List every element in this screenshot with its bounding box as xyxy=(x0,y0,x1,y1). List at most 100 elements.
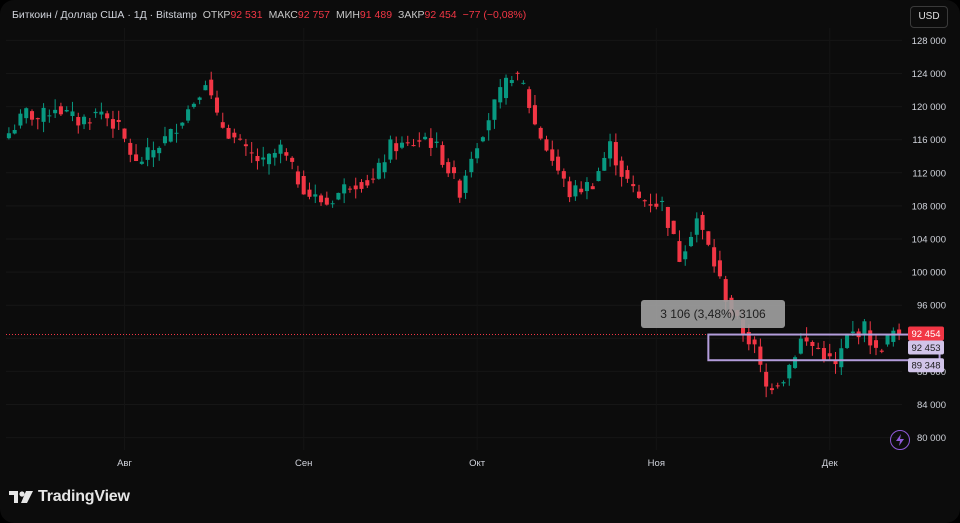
candle xyxy=(544,135,549,152)
candle xyxy=(515,71,520,81)
candle xyxy=(29,109,35,126)
candle xyxy=(157,146,162,161)
candle xyxy=(556,149,561,175)
candle xyxy=(636,184,642,199)
candle-body xyxy=(232,132,237,138)
candle xyxy=(388,135,393,164)
candle xyxy=(798,333,803,355)
candle-body xyxy=(110,119,115,129)
candle-body xyxy=(584,182,589,192)
candle xyxy=(538,126,543,141)
candle xyxy=(573,180,578,201)
candle-body xyxy=(47,115,52,117)
candle-body xyxy=(700,214,705,230)
y-tick-label: 108 000 xyxy=(912,201,946,212)
candle-body xyxy=(58,106,63,115)
candle xyxy=(839,338,844,376)
candle xyxy=(602,152,607,171)
candle xyxy=(93,108,98,118)
candle xyxy=(694,212,699,243)
candle xyxy=(845,333,850,349)
chart-frame: Биткоин / Доллар США · 1Д · Bitstamp ОТК… xyxy=(0,0,960,523)
lightning-icon[interactable] xyxy=(890,430,910,450)
candle-body xyxy=(677,241,682,262)
candle-body xyxy=(12,130,17,134)
candle-body xyxy=(18,113,23,126)
x-tick-label: Дек xyxy=(822,458,839,469)
price-chart[interactable]: 3 106 (3,48%) 3106 80 00084 00088 00096 … xyxy=(0,0,960,523)
candle-body xyxy=(371,178,376,180)
candle-body xyxy=(342,184,347,194)
candle-body xyxy=(41,107,46,122)
candle-body xyxy=(608,141,613,159)
candle xyxy=(214,90,220,116)
candle xyxy=(53,99,58,118)
candle-body xyxy=(480,137,485,142)
candle-body xyxy=(596,171,601,182)
candle xyxy=(290,156,295,170)
candle-body xyxy=(839,348,844,368)
candle xyxy=(590,183,595,190)
y-tick-label: 124 000 xyxy=(912,69,946,80)
candle xyxy=(203,80,208,91)
y-tick-label: 96 000 xyxy=(917,301,946,312)
candle xyxy=(191,102,196,109)
candle-body xyxy=(850,331,855,334)
candle-body xyxy=(515,72,520,74)
candle xyxy=(688,231,694,248)
candle-body xyxy=(399,142,404,148)
candle xyxy=(596,167,601,182)
candle-body xyxy=(423,136,428,140)
candle-body xyxy=(451,167,457,174)
candle xyxy=(220,112,225,129)
candle xyxy=(243,138,248,156)
logo-text: TradingView xyxy=(38,488,130,505)
candle xyxy=(110,110,115,138)
candle-body xyxy=(82,116,87,125)
candle xyxy=(446,158,451,178)
candle xyxy=(82,114,87,130)
candle-body xyxy=(758,346,763,365)
candle xyxy=(330,200,335,208)
candle-body xyxy=(394,143,399,152)
candle xyxy=(313,184,318,204)
candle xyxy=(665,206,670,236)
candle xyxy=(162,126,167,146)
candle xyxy=(521,80,526,85)
measure-tooltip-text: 3 106 (3,48%) 3106 xyxy=(660,307,766,321)
candle xyxy=(87,117,92,130)
candle-body xyxy=(879,350,884,352)
candle-body xyxy=(486,120,491,131)
candle xyxy=(579,181,584,195)
tradingview-logo[interactable]: TradingView xyxy=(8,486,130,508)
candle xyxy=(608,133,613,167)
candle xyxy=(70,101,75,122)
candle-body xyxy=(105,113,110,119)
candle-body xyxy=(214,97,220,113)
candle-body xyxy=(590,186,595,190)
candle xyxy=(463,170,468,200)
candle-body xyxy=(457,180,462,198)
candle-body xyxy=(816,347,821,349)
candle-body xyxy=(220,122,225,128)
time-axis: Авг Сен Окт Ноя Дек xyxy=(117,458,838,469)
candle xyxy=(775,382,780,389)
candle xyxy=(18,109,23,129)
candle-body xyxy=(642,200,647,202)
measure-tooltip: 3 106 (3,48%) 3106 xyxy=(641,300,785,328)
candle-body xyxy=(827,353,832,357)
candle xyxy=(706,231,711,247)
candle xyxy=(226,124,231,140)
candle xyxy=(527,86,532,114)
candle xyxy=(382,154,387,179)
candle-body xyxy=(550,149,555,161)
candle xyxy=(35,117,40,130)
y-tick-label: 80 000 xyxy=(917,433,946,444)
price-label-text: 92 453 xyxy=(911,343,940,354)
candle xyxy=(827,343,832,361)
tradingview-logo-icon xyxy=(9,491,33,503)
candle xyxy=(255,148,260,170)
candle-body xyxy=(521,82,526,84)
candle-body xyxy=(359,182,364,189)
candle-body xyxy=(567,181,572,198)
